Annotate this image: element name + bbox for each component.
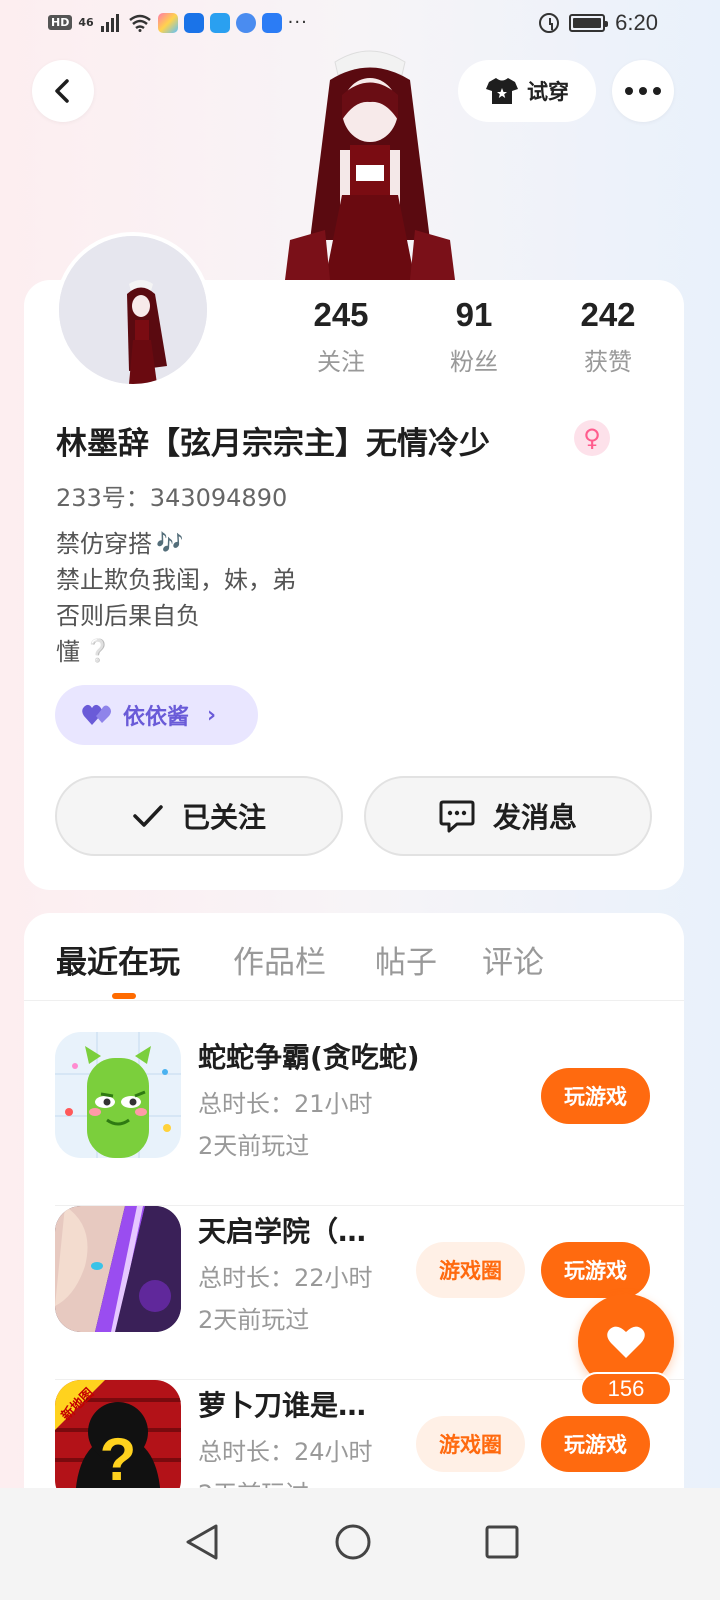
square-recents-icon	[485, 1525, 519, 1559]
fan-group-label: 依依酱	[123, 705, 190, 730]
nav-back-button[interactable]	[172, 1512, 232, 1572]
stat-likes[interactable]: 242 获赞	[548, 296, 668, 377]
status-right: 6:20	[539, 10, 658, 36]
triangle-back-icon	[186, 1524, 218, 1560]
following-count: 245	[313, 296, 369, 333]
followed-label: 已关注	[181, 801, 266, 834]
tab-works[interactable]: 作品栏	[233, 937, 326, 982]
signal-icon	[100, 13, 119, 32]
question-mark-icon: ❔	[84, 639, 112, 664]
bio-text: 禁仿穿搭	[56, 530, 152, 558]
alarm-icon	[539, 13, 560, 33]
chat-bubble-icon	[439, 800, 475, 833]
more-dots-icon	[625, 87, 661, 95]
followers-count: 91	[455, 296, 493, 333]
heart-icon	[607, 1326, 645, 1358]
play-game-button[interactable]: 玩游戏	[541, 1416, 650, 1472]
system-nav-bar	[0, 1488, 720, 1600]
battery-icon	[569, 14, 609, 32]
likes-label: 获赞	[584, 348, 632, 376]
game-last-played: 2天前玩过	[198, 1132, 310, 1160]
more-options-button[interactable]	[612, 60, 674, 122]
avatar-figure-icon	[59, 236, 207, 384]
snake-game-icon	[55, 1032, 181, 1158]
send-message-label: 发消息	[492, 801, 577, 834]
cloud-app-icon	[183, 12, 204, 33]
game-circle-button[interactable]: 游戏圈	[416, 1242, 525, 1298]
followers-label: 粉丝	[450, 348, 498, 376]
send-message-button[interactable]: 发消息	[364, 776, 652, 856]
try-on-button[interactable]: 试穿	[458, 60, 596, 122]
bio-line: 禁止欺负我闺，妹，弟	[56, 562, 296, 598]
user-id: 233号：343094890	[56, 484, 288, 512]
tab-recently-played[interactable]: 最近在玩	[56, 937, 180, 982]
gender-symbol: ♀	[583, 424, 601, 452]
back-button[interactable]	[32, 60, 94, 122]
app-notification-icon	[157, 12, 178, 33]
game-row-snake[interactable]: 蛇蛇争霸(贪吃蛇) 总时长：21小时 2天前玩过 玩游戏	[55, 1032, 684, 1206]
chevron-left-icon	[55, 79, 69, 103]
bio: 禁仿穿搭 🎶 禁止欺负我闺，妹，弟 否则后果自负 懂 ❔	[56, 526, 296, 670]
game-total-duration: 总时长：21小时	[198, 1090, 373, 1118]
game-circle-button[interactable]: 游戏圈	[416, 1416, 525, 1472]
female-gender-icon: ♀	[574, 420, 610, 456]
checkmark-icon	[133, 805, 163, 827]
game-total-duration: 总时长：24小时	[198, 1438, 373, 1466]
bulb-app-icon	[261, 12, 282, 33]
circle-home-icon	[335, 1524, 371, 1560]
tab-bar: 最近在玩 作品栏 帖子 评论	[24, 913, 684, 1001]
game-title: 萝卜刀谁是…	[198, 1389, 367, 1422]
wifi-icon	[128, 14, 151, 32]
double-heart-icon	[82, 704, 111, 725]
character-avatar-figure	[285, 50, 455, 280]
status-left: HD 46 ···	[48, 12, 308, 33]
bio-text: 懂	[56, 638, 80, 666]
fan-group-button[interactable]: 依依酱 ›	[55, 685, 258, 745]
browser-app-icon	[235, 12, 256, 33]
svg-text:?: ?	[100, 1426, 137, 1493]
bio-line: 禁仿穿搭 🎶	[56, 526, 296, 562]
likes-count: 242	[580, 296, 636, 333]
music-notes-icon: 🎶	[156, 531, 184, 556]
avatar[interactable]	[55, 232, 211, 388]
play-game-button[interactable]: 玩游戏	[541, 1068, 650, 1124]
game-last-played: 2天前玩过	[198, 1306, 310, 1334]
tab-posts[interactable]: 帖子	[375, 937, 437, 982]
avatar-image	[59, 236, 207, 384]
nav-recents-button[interactable]	[472, 1512, 532, 1572]
chevron-right-icon: ›	[207, 702, 217, 728]
following-label: 关注	[317, 348, 365, 376]
hd-indicator: HD	[48, 15, 73, 30]
clock: 6:20	[615, 10, 658, 35]
more-notifications-icon: ···	[287, 12, 308, 33]
try-on-label: 试穿	[527, 80, 569, 104]
bio-line: 否则后果自负	[56, 598, 296, 634]
game-title: 蛇蛇争霸(贪吃蛇)	[198, 1041, 420, 1074]
stat-followers[interactable]: 91 粉丝	[414, 296, 534, 377]
network-indicator: 46	[78, 16, 94, 29]
tab-comments[interactable]: 评论	[482, 937, 544, 982]
play-game-button[interactable]: 玩游戏	[541, 1242, 650, 1298]
game-title: 天启学院（…	[198, 1215, 367, 1248]
bio-line: 懂 ❔	[56, 634, 296, 670]
active-tab-indicator	[112, 993, 136, 999]
tianqi-academy-icon	[55, 1206, 181, 1332]
followed-button[interactable]: 已关注	[55, 776, 343, 856]
tshirt-icon	[486, 78, 518, 104]
bio-text: 禁止欺负我闺，妹，弟	[56, 566, 296, 594]
bio-text: 否则后果自负	[56, 602, 200, 630]
like-count: 156	[580, 1372, 672, 1406]
search-app-icon	[209, 12, 230, 33]
nav-home-button[interactable]	[323, 1512, 383, 1572]
stat-following[interactable]: 245 关注	[281, 296, 401, 377]
game-total-duration: 总时长：22小时	[198, 1264, 373, 1292]
username: 林墨辞【弦月宗宗主】无情冷少	[56, 426, 490, 462]
